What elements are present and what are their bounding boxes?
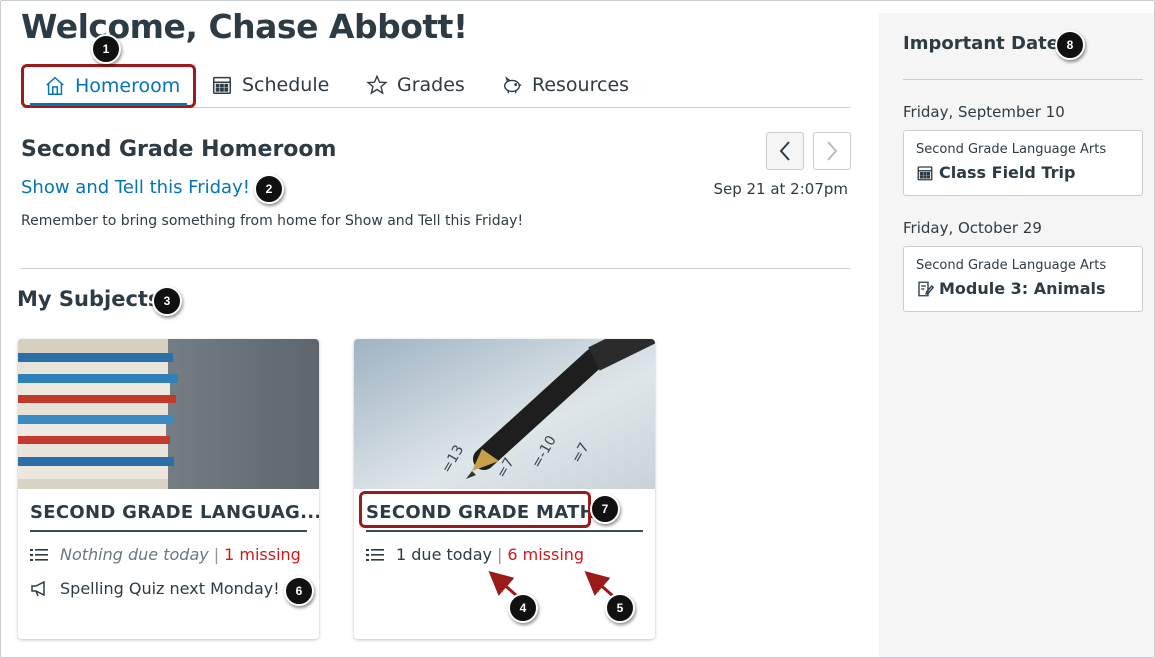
callout-badge: 3	[152, 286, 182, 316]
date-group-heading: Friday, September 10	[903, 103, 1065, 121]
date-card-course: Second Grade Language Arts	[916, 258, 1107, 273]
important-date-card[interactable]: Second Grade Language Arts Module 3: Ani…	[903, 246, 1143, 312]
callout-badge: 8	[1055, 30, 1085, 60]
important-dates-panel: Important Dates Friday, September 10 Sec…	[879, 13, 1154, 657]
panel-divider	[903, 79, 1143, 80]
callout-badge: 2	[254, 174, 284, 204]
callout-badge: 1	[91, 34, 121, 64]
assignment-icon	[918, 281, 934, 296]
date-group-heading: Friday, October 29	[903, 219, 1042, 237]
important-date-card[interactable]: Second Grade Language Arts Class Field T…	[903, 130, 1143, 196]
dashboard-frame: Welcome, Chase Abbott! Homeroom Schedule…	[0, 0, 1155, 658]
date-card-item[interactable]: Class Field Trip	[916, 163, 1075, 182]
date-card-item-label: Module 3: Animals	[939, 279, 1106, 298]
date-card-item-label: Class Field Trip	[939, 163, 1076, 182]
callout-badge: 4	[508, 593, 538, 623]
date-card-item[interactable]: Module 3: Animals	[916, 279, 1106, 298]
callout-badge: 5	[605, 593, 635, 623]
callout-badge: 7	[590, 494, 620, 524]
callout-badge: 6	[284, 576, 314, 606]
important-dates-heading: Important Dates	[903, 33, 1070, 54]
calendar-icon	[917, 165, 933, 180]
date-card-course: Second Grade Language Arts	[916, 142, 1107, 157]
